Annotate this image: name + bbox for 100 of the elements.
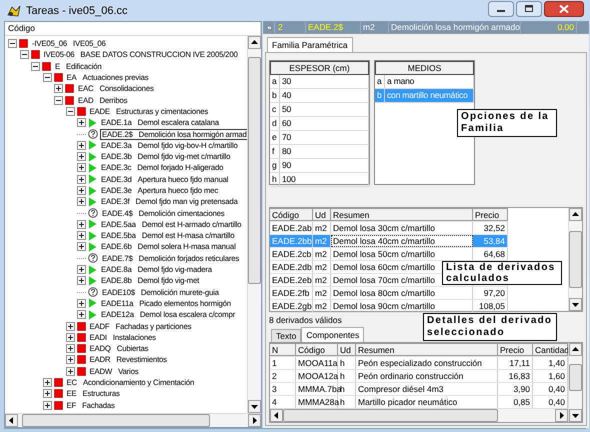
table-cell: Peón ordinario construcción (356, 370, 498, 382)
scroll-right-button[interactable] (248, 414, 261, 427)
minimize-button[interactable] (488, 1, 514, 17)
expand-button[interactable] (77, 197, 86, 206)
expand-button[interactable] (42, 378, 52, 388)
option-value[interactable]: 50 (280, 103, 369, 116)
expand-button[interactable] (77, 220, 86, 229)
collapse-button[interactable] (20, 50, 28, 60)
option-value[interactable]: 60 (280, 117, 369, 130)
scroll-thumb[interactable] (283, 409, 498, 422)
scroll-up-button[interactable] (569, 343, 582, 356)
option-value[interactable]: 30 (280, 75, 369, 88)
expand-button[interactable] (77, 174, 86, 184)
expand-button[interactable] (77, 152, 86, 162)
app-icon (6, 4, 22, 18)
scroll-thumb[interactable] (569, 364, 582, 391)
play-triangle-icon (88, 152, 97, 162)
option-key[interactable]: a (270, 75, 280, 88)
expand-button[interactable] (77, 298, 86, 308)
scroll-up-button[interactable] (248, 36, 261, 49)
vertical-scrollbar[interactable] (568, 208, 582, 311)
collapse-button[interactable] (8, 39, 17, 48)
tab[interactable]: Texto (271, 329, 302, 342)
table-cell: Peón especializado construcción (356, 357, 498, 369)
table-cell: m2 (313, 222, 331, 234)
table-cell: Demol losa 80cm c/martillo (331, 287, 473, 299)
expand-button[interactable] (77, 186, 86, 195)
expand-button[interactable] (77, 140, 86, 150)
expand-button[interactable] (77, 310, 86, 320)
expand-button[interactable] (77, 118, 86, 128)
scroll-down-button[interactable] (569, 409, 582, 422)
expand-button[interactable] (66, 332, 74, 342)
option-key[interactable]: h (270, 173, 280, 186)
option-value[interactable]: 90 (280, 159, 369, 172)
option-value[interactable]: 40 (280, 89, 369, 102)
expand-button[interactable] (77, 242, 86, 252)
option-key[interactable]: g (270, 159, 280, 172)
table-cell: 64,68 (473, 248, 508, 260)
expand-button[interactable] (77, 231, 86, 240)
collapse-button[interactable] (42, 73, 52, 82)
expand-button[interactable] (54, 84, 63, 94)
expand-button[interactable] (66, 355, 74, 364)
scroll-down-button[interactable] (569, 298, 582, 311)
folder-square-icon (54, 73, 62, 82)
expand-button[interactable] (42, 389, 52, 398)
window-title: Tareas - ive05_06.cc (26, 4, 128, 16)
collapse-button[interactable] (66, 106, 74, 116)
column-header: Ud (313, 208, 331, 221)
scroll-down-button[interactable] (248, 400, 261, 413)
table-cell: EADE.2gb (270, 300, 313, 312)
table-cell: EADE.2bb (270, 235, 313, 247)
callout-note: Opciones de la Familia (457, 109, 557, 137)
status-text: 8 derivados válidos (269, 314, 342, 326)
expand-button[interactable] (66, 322, 74, 331)
option-key[interactable]: b (270, 89, 280, 102)
column-header: Ud (338, 343, 356, 356)
collapse-button[interactable] (31, 62, 40, 71)
table-cell: 53,84 (473, 235, 508, 247)
collapse-button[interactable] (54, 96, 63, 105)
tab[interactable]: Familia Paramétrica (267, 37, 353, 52)
table-cell: 17,11 (498, 357, 533, 369)
option-key[interactable]: a (375, 75, 385, 88)
option-value[interactable]: 100 (280, 173, 369, 186)
tab[interactable]: Componentes (301, 327, 364, 342)
option-value[interactable]: 80 (280, 145, 369, 158)
column-header[interactable]: Código (8, 22, 261, 35)
expand-button[interactable] (66, 366, 74, 376)
folder-square-icon (65, 96, 74, 105)
option-value[interactable]: a mano (385, 75, 474, 88)
horizontal-scrollbar[interactable] (5, 413, 261, 427)
table-cell: m2 (313, 261, 331, 273)
option-key[interactable]: f (270, 145, 280, 158)
column-header: Resumen (331, 208, 473, 221)
scroll-up-button[interactable] (569, 208, 582, 221)
expand-button[interactable] (66, 344, 74, 354)
scroll-thumb[interactable] (569, 231, 582, 288)
table-cell: 3,90 (498, 383, 533, 395)
horizontal-scrollbar[interactable] (270, 408, 568, 422)
option-value[interactable]: 70 (280, 131, 369, 144)
expand-button[interactable] (77, 265, 86, 274)
option-list[interactable]: ESPESOR (cm) a 30 b 40 c 50 d 60 e 70 f 80 g 90 h 100 (269, 60, 370, 185)
table-cell: Compresor diésel 4m3 (356, 383, 498, 395)
maximize-button[interactable] (516, 1, 542, 17)
option-key[interactable]: c (270, 103, 280, 116)
expand-button[interactable] (77, 163, 86, 172)
scroll-thumb[interactable] (248, 57, 261, 284)
expand-button[interactable] (77, 276, 86, 286)
option-key[interactable]: d (270, 117, 280, 130)
expand-button[interactable] (42, 400, 52, 410)
close-button[interactable] (544, 1, 584, 17)
item-code: EADE.2$ (306, 22, 361, 33)
option-key[interactable]: e (270, 131, 280, 144)
scroll-thumb[interactable] (22, 414, 210, 427)
scroll-left-button[interactable] (270, 409, 283, 422)
play-triangle-icon (88, 219, 97, 230)
scroll-left-button[interactable] (5, 414, 18, 427)
vertical-scrollbar[interactable] (568, 343, 582, 422)
scroll-right-button[interactable] (555, 409, 568, 422)
vertical-scrollbar[interactable] (247, 36, 261, 413)
column-header: Resumen (356, 343, 498, 356)
